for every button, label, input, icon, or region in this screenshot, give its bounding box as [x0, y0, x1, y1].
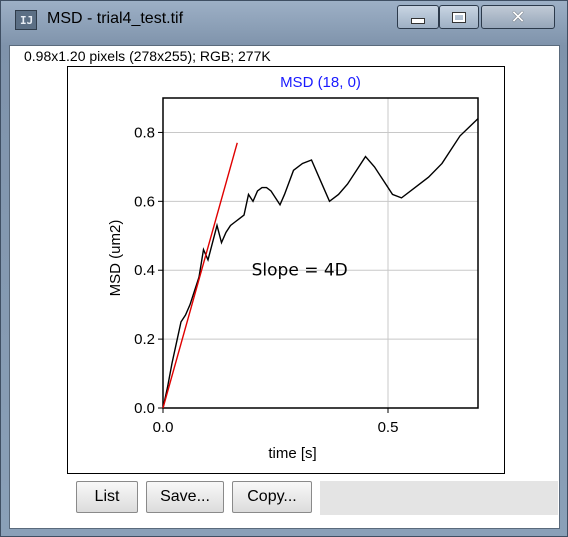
image-info-line: 0.98x1.20 pixels (278x255); RGB; 277K [24, 48, 271, 64]
plot-panel: MSD (18, 0) 0.0 0.2 0.4 0.6 0.8 0.0 0.5 time [s]… [67, 66, 505, 474]
x-tick-label: 0.5 [378, 419, 399, 436]
y-tick-label: 0.0 [134, 400, 155, 417]
list-button[interactable]: List [76, 481, 138, 513]
y-axis-label: MSD (um2) [107, 220, 124, 297]
y-tick-label: 0.8 [134, 124, 155, 141]
minimize-icon [411, 18, 425, 24]
y-tick-label: 0.4 [134, 262, 155, 279]
window-content: 0.98x1.20 pixels (278x255); RGB; 277K MS… [9, 45, 560, 529]
copy-button[interactable]: Copy... [232, 481, 312, 513]
slope-annotation: Slope = 4D [252, 260, 348, 280]
close-button[interactable]: ✕ [481, 5, 555, 29]
window-title: MSD - trial4_test.tif [47, 10, 184, 27]
chart-title: MSD (18, 0) [280, 74, 361, 91]
maximize-button[interactable] [439, 5, 479, 29]
y-tick-label: 0.6 [134, 193, 155, 210]
window-frame: IJ MSD - trial4_test.tif ✕ 0.98x1.20 pix… [0, 0, 568, 537]
slope-fit-line [162, 142, 238, 409]
y-tick-label: 0.2 [134, 331, 155, 348]
close-icon: ✕ [510, 6, 526, 28]
minimize-button[interactable] [397, 5, 439, 29]
imagej-app-icon: IJ [15, 10, 37, 30]
button-bar-filler [320, 481, 558, 515]
title-bar[interactable]: IJ MSD - trial4_test.tif ✕ [1, 1, 567, 41]
x-tick-label: 0.0 [153, 419, 174, 436]
maximize-icon [452, 11, 466, 23]
msd-chart: MSD (18, 0) 0.0 0.2 0.4 0.6 0.8 0.0 0.5 time [s]… [107, 74, 479, 462]
x-axis-label: time [s] [268, 445, 316, 462]
save-button[interactable]: Save... [146, 481, 224, 513]
